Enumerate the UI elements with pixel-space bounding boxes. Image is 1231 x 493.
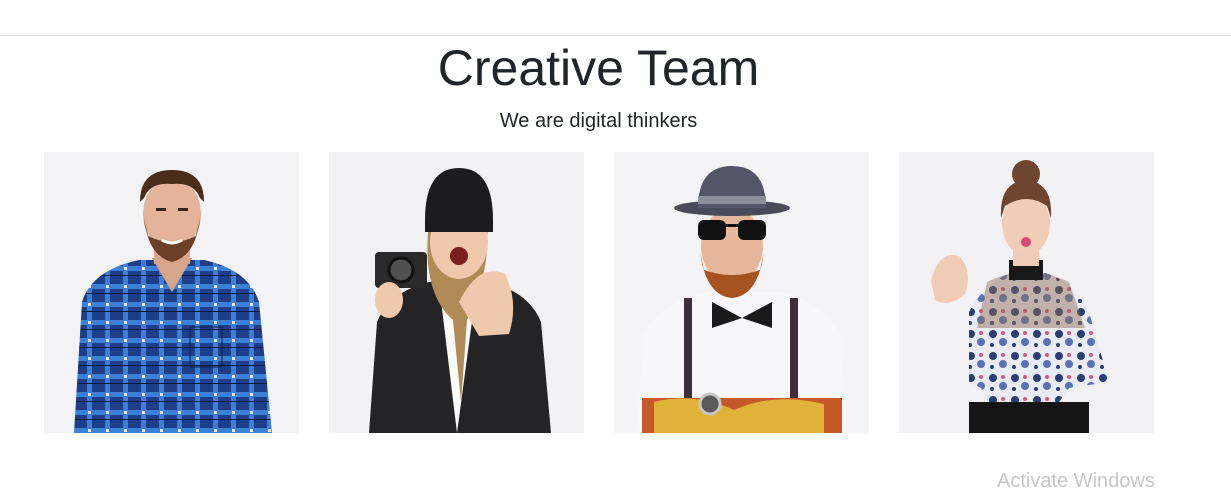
team-member-card[interactable] [329, 152, 584, 433]
woman-floral-top-photo-icon [899, 152, 1154, 433]
woman-camera-beanie-photo-icon [329, 152, 584, 433]
section-subtitle: We are digital thinkers [499, 110, 698, 132]
man-hat-sunglasses-photo-icon [614, 152, 869, 433]
os-watermark: Activate Windows [997, 470, 1155, 492]
top-navbar [0, 0, 1231, 36]
team-member-card[interactable] [44, 152, 299, 433]
team-gallery [44, 152, 1154, 433]
section-title: Creative Team [437, 40, 760, 96]
team-member-card[interactable] [614, 152, 869, 433]
man-plaid-shirt-photo-icon [44, 152, 299, 433]
team-member-card[interactable] [899, 152, 1154, 433]
